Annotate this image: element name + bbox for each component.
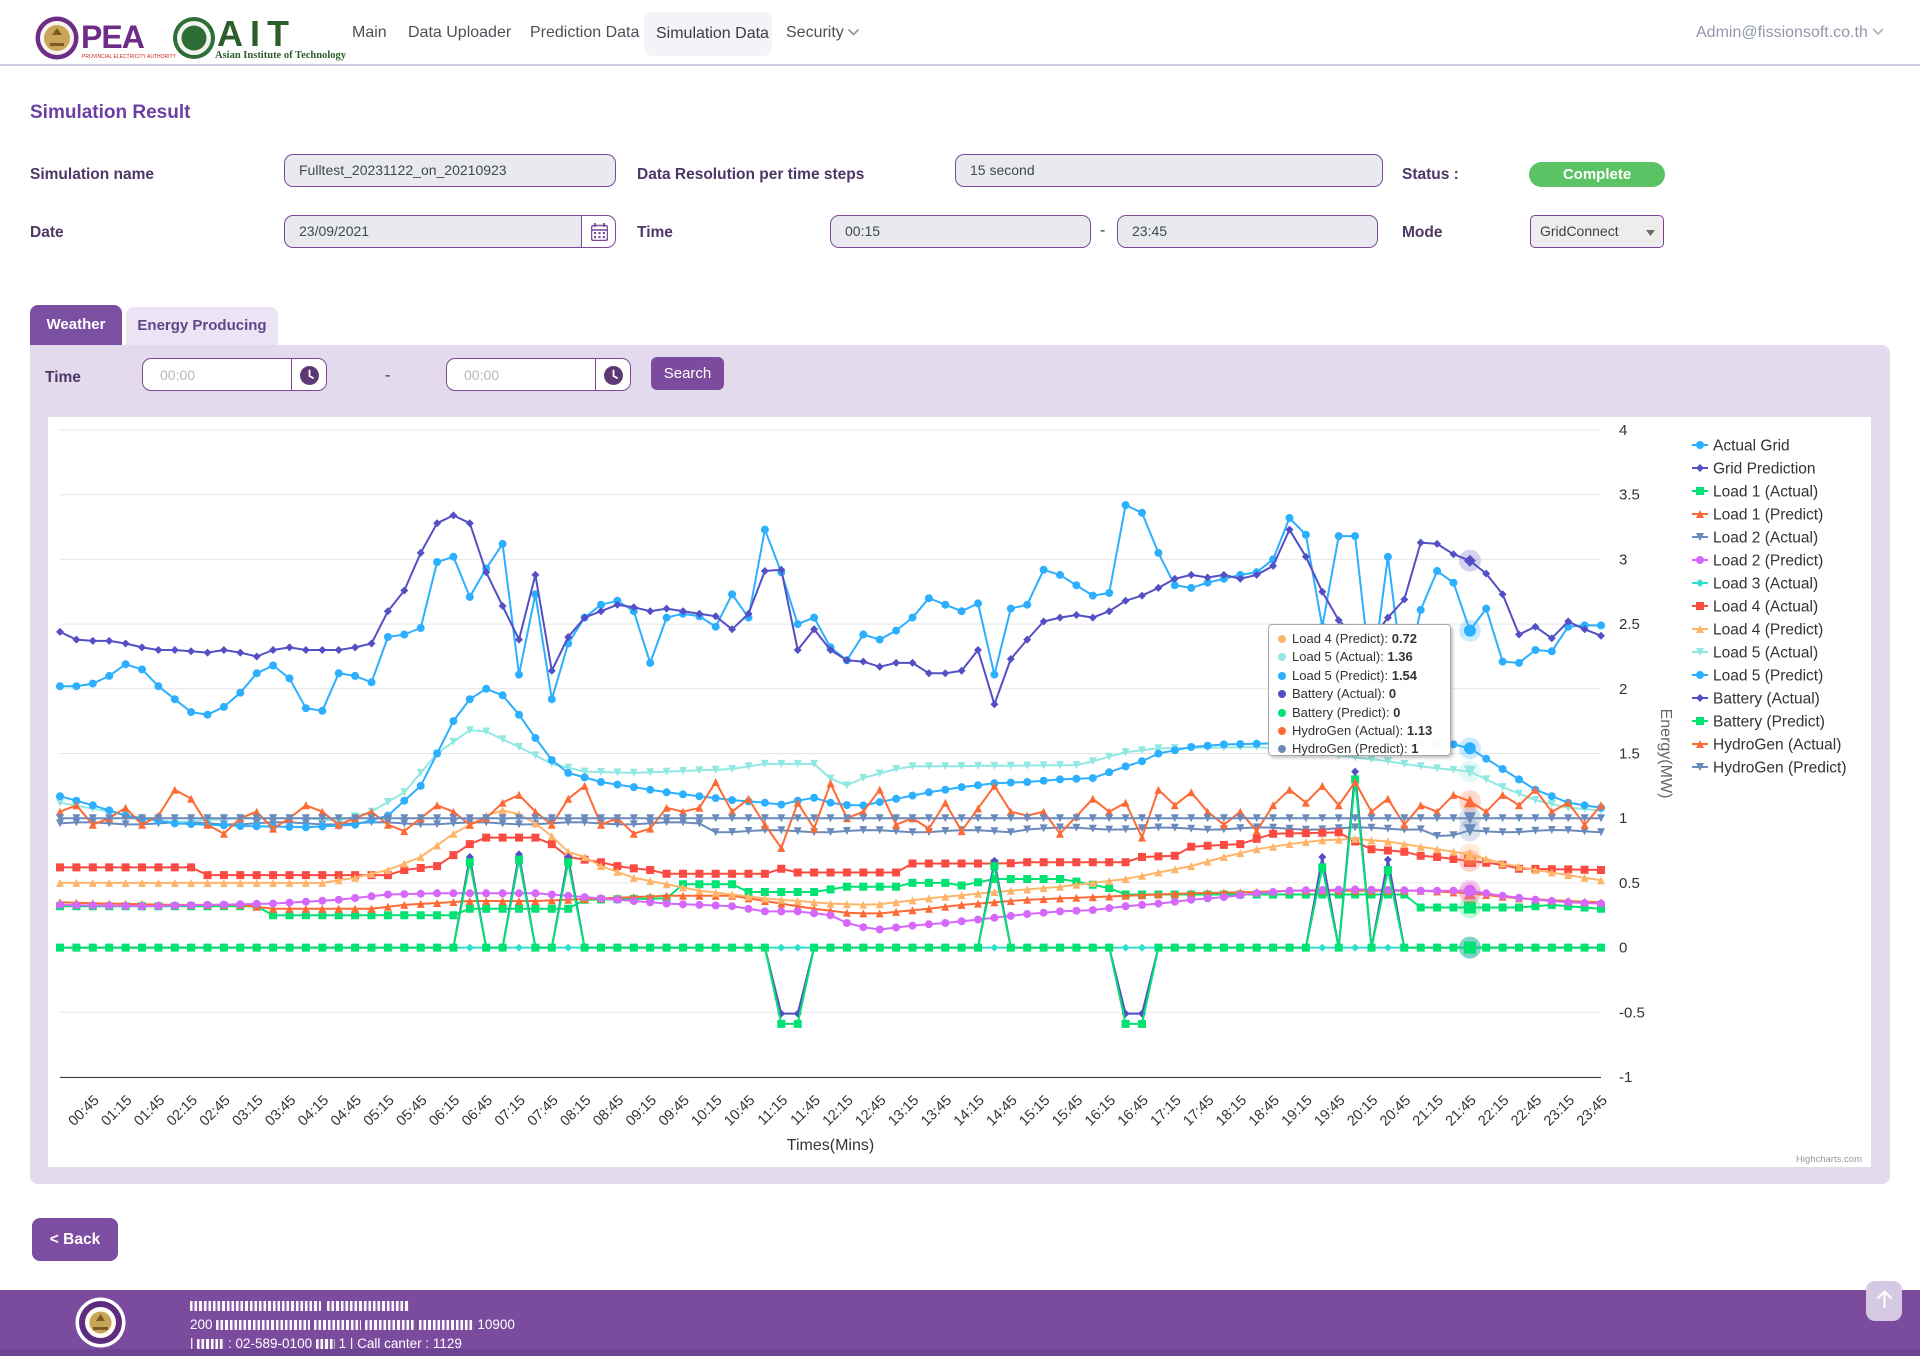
svg-text:Load 4 (Actual): Load 4 (Actual) xyxy=(1713,599,1818,616)
svg-text:Load 1 (Predict): Load 1 (Predict) xyxy=(1713,507,1823,524)
svg-text:Load 4 (Predict): Load 4 (Predict) xyxy=(1713,622,1823,639)
svg-text:PEA: PEA xyxy=(81,19,145,55)
svg-text:Energy(MW): Energy(MW) xyxy=(1657,709,1674,799)
svg-text:Asian Institute of Technology: Asian Institute of Technology xyxy=(215,50,347,61)
svg-text:Load 5 (Predict): Load 5 (Predict) xyxy=(1713,668,1823,685)
svg-text:2.5: 2.5 xyxy=(1619,616,1640,633)
svg-text:1: 1 xyxy=(1619,810,1627,827)
svg-text:1.5: 1.5 xyxy=(1619,746,1640,763)
svg-text:4: 4 xyxy=(1619,422,1627,439)
svg-text:AIT: AIT xyxy=(217,14,296,54)
svg-text:Load 3 (Actual): Load 3 (Actual) xyxy=(1713,576,1818,593)
svg-text:Load 2 (Predict): Load 2 (Predict) xyxy=(1713,553,1823,570)
svg-text:Load 5 (Actual): Load 5 (Actual) xyxy=(1713,645,1818,662)
svg-text:Battery (Actual): Battery (Actual) xyxy=(1713,691,1820,708)
svg-text:HydroGen (Predict): HydroGen (Predict) xyxy=(1713,760,1847,777)
svg-text:Grid Prediction: Grid Prediction xyxy=(1713,461,1816,478)
svg-text:Load 1 (Actual): Load 1 (Actual) xyxy=(1713,484,1818,501)
svg-text:-1: -1 xyxy=(1619,1069,1632,1086)
svg-text:PROVINCIAL ELECTRICITY AUTHORI: PROVINCIAL ELECTRICITY AUTHORITY xyxy=(82,54,177,60)
svg-text:HydroGen (Actual): HydroGen (Actual) xyxy=(1713,737,1841,754)
svg-text:Times(Mins): Times(Mins) xyxy=(787,1137,874,1154)
svg-text:Highcharts.com: Highcharts.com xyxy=(1796,1154,1862,1165)
svg-text:3.5: 3.5 xyxy=(1619,487,1640,504)
svg-text:-0.5: -0.5 xyxy=(1619,1004,1645,1021)
svg-text:3: 3 xyxy=(1619,551,1627,568)
svg-text:Battery (Predict): Battery (Predict) xyxy=(1713,714,1825,731)
svg-text:2: 2 xyxy=(1619,681,1627,698)
svg-text:Actual Grid: Actual Grid xyxy=(1713,438,1790,455)
svg-text:0: 0 xyxy=(1619,940,1627,957)
svg-text:Load 2 (Actual): Load 2 (Actual) xyxy=(1713,530,1818,547)
svg-text:0.5: 0.5 xyxy=(1619,875,1640,892)
